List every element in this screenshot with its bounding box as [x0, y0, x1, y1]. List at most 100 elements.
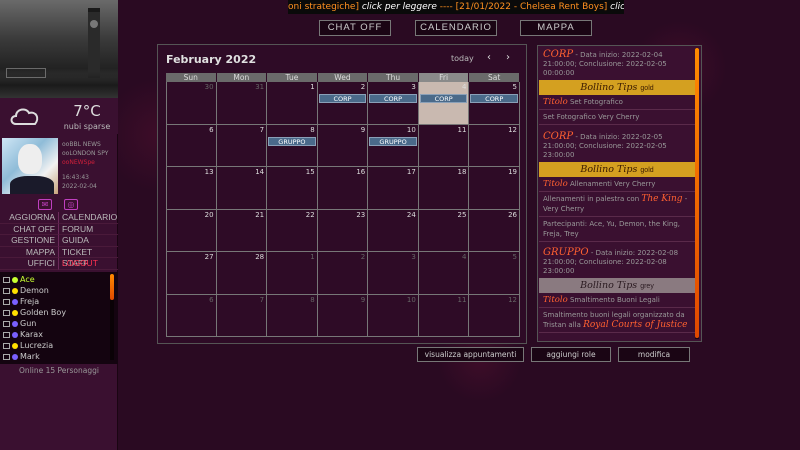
menu-gestione[interactable]: GESTIONE	[0, 235, 59, 247]
day-number: 21	[255, 210, 265, 219]
calendar-day[interactable]: 5 CORP	[469, 82, 520, 125]
menu-ticket-staff[interactable]: TICKET STAFF	[59, 247, 118, 268]
calendar-day[interactable]: 1	[267, 82, 318, 125]
calendar-day[interactable]: 3 CORP	[368, 82, 419, 125]
calendar-day[interactable]: 12	[469, 124, 520, 167]
calendario-button[interactable]: CALENDARIO	[415, 20, 497, 36]
calendar-day[interactable]: 9	[317, 124, 369, 167]
calendar-day[interactable]: 12	[469, 294, 520, 337]
calendar-event[interactable]: GRUPPO	[268, 136, 316, 146]
camera-icon[interactable]: ◎	[64, 199, 78, 210]
online-user[interactable]: Gun	[3, 318, 103, 329]
calendar-day[interactable]: 2 CORP	[317, 82, 369, 125]
menu-logout[interactable]: LOGOUT	[59, 258, 118, 270]
edit-button[interactable]: modifica	[618, 347, 690, 362]
menu-guida[interactable]: GUIDA	[59, 235, 118, 247]
calendar-day[interactable]: 15	[267, 167, 318, 210]
calendar-day[interactable]: 10 GRUPPO	[368, 124, 419, 167]
calendar-day[interactable]: 14	[216, 167, 268, 210]
message-icon[interactable]	[3, 309, 10, 316]
online-user[interactable]: Golden Boy	[3, 307, 103, 318]
calendar-day[interactable]: 7	[216, 124, 268, 167]
calendar-day[interactable]: 9	[317, 294, 369, 337]
news-link-spy[interactable]: ooLONDON SPY	[62, 149, 118, 158]
calendar-day[interactable]: 18	[418, 167, 470, 210]
calendar-day[interactable]: 26	[469, 209, 520, 252]
calendar-day[interactable]: 19	[469, 167, 520, 210]
message-icon[interactable]	[3, 276, 10, 283]
menu-chat-off[interactable]: CHAT OFF	[0, 223, 59, 236]
calendar-day[interactable]: 11	[418, 294, 470, 337]
calendar-event[interactable]: GRUPPO	[369, 136, 417, 146]
message-icon[interactable]	[3, 298, 10, 305]
menu-uffici[interactable]: UFFICI	[0, 258, 59, 270]
message-icon[interactable]	[3, 353, 10, 360]
calendar-day[interactable]: 23	[317, 209, 369, 252]
calendar-day[interactable]: 20	[166, 209, 217, 252]
calendar-day[interactable]: 5	[469, 252, 520, 295]
mail-icon[interactable]: ✉	[38, 199, 52, 210]
view-appointments-button[interactable]: visualizza appuntamenti	[417, 347, 524, 362]
weekday-header: Thu	[368, 73, 419, 82]
menu-calendario[interactable]: CALENDARIO	[59, 212, 118, 224]
message-icon[interactable]	[3, 331, 10, 338]
chevron-left-icon[interactable]: ‹	[484, 52, 494, 63]
menu-mappa[interactable]: MAPPA	[0, 246, 59, 259]
calendar-day[interactable]: 8	[267, 294, 318, 337]
online-list-scrollbar[interactable]	[110, 274, 114, 360]
calendar-day[interactable]: 16	[317, 167, 369, 210]
calendar-day[interactable]: 7	[216, 294, 268, 337]
calendar-day[interactable]: 4 CORP	[418, 82, 470, 125]
news-link-newspe[interactable]: ooNEWSpe	[62, 158, 118, 167]
message-icon[interactable]	[3, 342, 10, 349]
character-avatar[interactable]	[2, 138, 58, 194]
online-user[interactable]: Ace	[3, 274, 103, 285]
chevron-right-icon[interactable]: ›	[503, 52, 513, 63]
today-button[interactable]: today	[451, 54, 474, 63]
calendar-day[interactable]: 31	[216, 82, 268, 125]
message-icon[interactable]	[3, 320, 10, 327]
events-scrollbar[interactable]	[695, 48, 699, 339]
calendar-event[interactable]: CORP	[318, 94, 367, 103]
calendar-event[interactable]: CORP	[369, 94, 417, 103]
calendar-day[interactable]: 22	[267, 209, 318, 252]
calendar-event[interactable]: CORP	[470, 94, 518, 103]
calendar-day[interactable]: 1	[267, 252, 318, 295]
ticker-link[interactable]: click per	[607, 2, 624, 12]
calendar-day[interactable]: 4	[418, 252, 470, 295]
day-number: 14	[255, 168, 265, 176]
calendar-day[interactable]: 3	[368, 252, 419, 295]
online-user[interactable]: Demon	[3, 285, 103, 296]
calendar-day[interactable]: 30	[166, 82, 217, 125]
calendar-event[interactable]: CORP	[419, 94, 468, 103]
calendar-day[interactable]: 21	[216, 209, 268, 252]
menu-aggiorna[interactable]: AGGIORNA	[0, 212, 59, 224]
calendar-day[interactable]: 11	[418, 124, 470, 167]
calendar-day[interactable]: 6	[166, 294, 217, 337]
mappa-button[interactable]: MAPPA	[520, 20, 592, 36]
online-user[interactable]: Mark	[3, 351, 103, 362]
calendar-day[interactable]: 27	[166, 252, 217, 295]
calendar-day[interactable]: 24	[368, 209, 419, 252]
online-user[interactable]: Freja	[3, 296, 103, 307]
calendar-day[interactable]: 28	[216, 252, 268, 295]
calendar-day[interactable]: 8 GRUPPO	[267, 124, 318, 167]
day-number: 5	[512, 83, 517, 91]
online-user[interactable]: Karax	[3, 329, 103, 340]
message-icon[interactable]	[3, 287, 10, 294]
menu-forum[interactable]: FORUM	[59, 224, 118, 236]
news-ticker[interactable]: oni strategiche] click per leggere ---- …	[288, 0, 624, 14]
ticker-link[interactable]: click per leggere	[359, 2, 440, 12]
calendar-day[interactable]: 6	[166, 124, 217, 167]
weather-temperature: 7°C	[73, 102, 101, 120]
calendar-day[interactable]: 13	[166, 167, 217, 210]
news-link-bbl[interactable]: ooBBL NEWS	[62, 140, 118, 149]
calendar-day[interactable]: 25	[418, 209, 470, 252]
calendar-day[interactable]: 2	[317, 252, 369, 295]
online-user[interactable]: Lucrezia	[3, 340, 103, 351]
calendar-day[interactable]: 10	[368, 294, 419, 337]
chat-off-button[interactable]: CHAT OFF	[319, 20, 391, 36]
day-number: 1	[310, 83, 315, 91]
calendar-day[interactable]: 17	[368, 167, 419, 210]
add-role-button[interactable]: aggiungi role	[531, 347, 611, 362]
